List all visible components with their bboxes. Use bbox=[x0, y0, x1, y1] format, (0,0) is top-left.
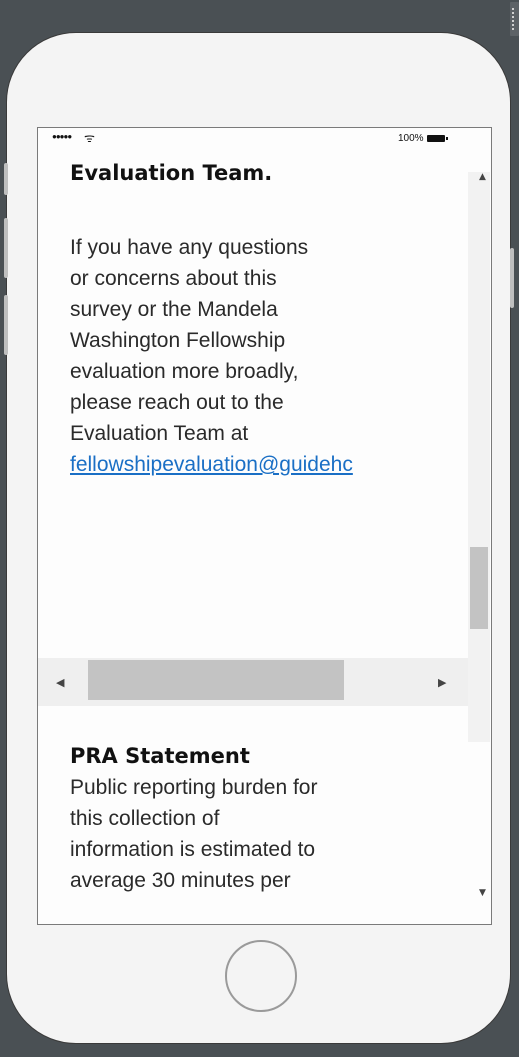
scroll-down-arrow-icon[interactable]: ▼ bbox=[479, 888, 486, 898]
email-link[interactable]: fellowshipevaluation@guidehc bbox=[70, 453, 353, 476]
battery-icon bbox=[427, 135, 448, 142]
paragraph-line: Evaluation Team at bbox=[70, 422, 249, 445]
vertical-scroll-thumb[interactable] bbox=[470, 547, 488, 629]
horizontal-scroll-thumb[interactable] bbox=[88, 660, 344, 700]
phone-side-button bbox=[510, 248, 514, 308]
phone-side-button bbox=[4, 163, 8, 195]
paragraph-line: Washington Fellowship bbox=[70, 329, 286, 352]
scroll-up-arrow-icon[interactable]: ▲ bbox=[479, 172, 486, 182]
paragraph-line: please reach out to the bbox=[70, 391, 284, 414]
battery-percent: 100% bbox=[398, 133, 424, 144]
paragraph-line: If you have any questions bbox=[70, 236, 309, 259]
vertical-scrollbar[interactable] bbox=[468, 172, 490, 742]
paragraph-line: evaluation more broadly, bbox=[70, 360, 299, 383]
paragraph-line: survey or the Mandela bbox=[70, 298, 278, 321]
paragraph-line: this collection of bbox=[70, 807, 220, 830]
signal-icon: ●●●●● bbox=[52, 132, 72, 141]
pra-paragraph: Public reporting burden for this collect… bbox=[70, 772, 480, 896]
paragraph-line: or concerns about this bbox=[70, 267, 277, 290]
section-heading-tail: Evaluation Team. bbox=[70, 161, 273, 185]
pra-statement-heading: PRA Statement bbox=[70, 744, 250, 768]
scroll-right-arrow-icon[interactable]: ▶ bbox=[438, 676, 446, 689]
paragraph-line: average 30 minutes per bbox=[70, 869, 291, 892]
email-link-clip: fellowshipevaluation@guidehc bbox=[70, 449, 465, 480]
paragraph-line: Public reporting burden for bbox=[70, 776, 318, 799]
scroll-left-arrow-icon[interactable]: ◀ bbox=[56, 676, 64, 689]
phone-screen: ●●●●● ᯤ 100% Evaluation Team. If you hav… bbox=[37, 127, 492, 925]
resize-handle-icon[interactable] bbox=[510, 2, 519, 36]
wifi-icon: ᯤ bbox=[84, 131, 95, 145]
contact-paragraph: If you have any questions or concerns ab… bbox=[70, 232, 480, 480]
status-bar: ●●●●● ᯤ 100% bbox=[38, 128, 491, 150]
home-button[interactable] bbox=[225, 940, 297, 1012]
phone-side-button bbox=[4, 295, 8, 355]
paragraph-line: information is estimated to bbox=[70, 838, 316, 861]
phone-side-button bbox=[4, 218, 8, 278]
